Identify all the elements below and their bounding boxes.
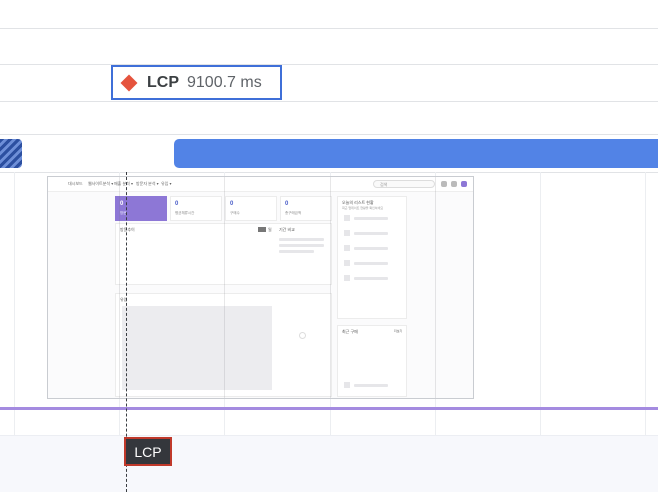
- thumb-skeleton-line: [354, 217, 388, 220]
- thumb-skeleton-square: [344, 215, 350, 221]
- thumb-grid-column: [224, 177, 225, 398]
- track-divider-1: [0, 28, 658, 29]
- lcp-metric-name: LCP: [147, 73, 179, 91]
- thumb-nav-item: 방문자 분석 ▾: [136, 181, 159, 186]
- thumb-stat-card: 0 방문: [115, 196, 167, 221]
- thumb-skeleton-square: [344, 382, 350, 388]
- thumb-skeleton-line: [354, 262, 388, 265]
- track-divider-4: [0, 134, 658, 135]
- thumb-nav-item: 유입 ▾: [161, 181, 172, 186]
- thumb-recent-panel: 최근 구매 더보기: [337, 325, 407, 397]
- thumb-skeleton-line: [354, 384, 388, 387]
- thumb-grid-column: [119, 177, 120, 398]
- thumb-skeleton-line: [354, 232, 388, 235]
- thumb-search-placeholder: 검색: [380, 182, 388, 187]
- thumb-skeleton-square: [344, 230, 350, 236]
- thumb-recent-title: 최근 구매: [342, 329, 358, 334]
- lcp-timing-marker[interactable]: LCP: [124, 437, 172, 466]
- thumb-chart-placeholder: [122, 306, 272, 390]
- thumb-nav-item: 웹사이트분석 ▾: [88, 181, 114, 186]
- thumb-toggle: [258, 227, 266, 232]
- thumb-stat-number: 0: [230, 201, 234, 207]
- main-task-bar[interactable]: [174, 139, 658, 168]
- thumb-stat-card: 0 구매수: [225, 196, 277, 221]
- thumb-avatar-icon: [461, 181, 467, 187]
- track-divider-2: [0, 64, 658, 65]
- thumb-skeleton-square: [344, 245, 350, 251]
- lcp-diamond-icon: [120, 74, 138, 91]
- thumb-stat-card: 0 평균체류시간: [170, 196, 222, 221]
- lcp-marker-label: LCP: [134, 443, 162, 460]
- thumb-stat-number: 0: [175, 201, 179, 207]
- thumb-stat-label: 구매수: [230, 211, 240, 215]
- lcp-tooltip: LCP 9100.7 ms: [111, 65, 282, 100]
- timings-track: [0, 435, 658, 492]
- hatched-task-bar[interactable]: [0, 139, 22, 168]
- thumb-search-input: 검색: [373, 180, 435, 188]
- frames-divider: [0, 407, 658, 410]
- thumb-side-panel: 오늘의 리스트 현황 최근 업데이트 현황을 확인하세요: [337, 196, 407, 319]
- thumb-stat-card: 0 총구매금액: [280, 196, 332, 221]
- thumb-user-icon: [451, 181, 457, 187]
- thumb-recent-more: 더보기: [394, 329, 403, 333]
- thumb-skeleton-line: [279, 244, 324, 247]
- lcp-metric-value: 9100.7 ms: [187, 73, 262, 91]
- thumb-panel-title: 방문추이: [120, 227, 135, 232]
- thumb-nav-item: 매출 분석 ▾: [114, 181, 133, 186]
- thumb-skeleton-line: [354, 247, 388, 250]
- thumb-grid-column: [330, 177, 331, 398]
- track-divider-5: [0, 172, 658, 173]
- thumb-skeleton-square: [344, 275, 350, 281]
- thumb-nav-bar: 대시보드 웹사이트분석 ▾ 매출 분석 ▾ 방문자 분석 ▾ 유입 ▾ 검색: [48, 177, 473, 192]
- thumb-skeleton-line: [279, 250, 314, 253]
- thumb-bell-icon: [441, 181, 447, 187]
- thumb-grid-column: [435, 177, 436, 398]
- thumb-stat-label: 평균체류시간: [175, 211, 195, 215]
- thumb-panel-sub: 기간 비교: [279, 227, 295, 232]
- thumb-loading-icon: [299, 332, 306, 339]
- thumb-stat-number: 0: [120, 201, 124, 207]
- thumb-skeleton-line: [354, 277, 388, 280]
- thumb-side-sub: 최근 업데이트 현황을 확인하세요: [342, 206, 384, 210]
- thumb-skeleton-square: [344, 260, 350, 266]
- page-screenshot-thumbnail[interactable]: 대시보드 웹사이트분석 ▾ 매출 분석 ▾ 방문자 분석 ▾ 유입 ▾ 검색 0…: [47, 176, 474, 399]
- thumb-nav-item: 대시보드: [68, 181, 83, 186]
- track-divider-3: [0, 101, 658, 102]
- thumb-skeleton-line: [279, 238, 324, 241]
- thumb-stat-label: 총구매금액: [285, 211, 302, 215]
- thumb-panel-tag: 일: [268, 227, 272, 232]
- thumb-stat-number: 0: [285, 201, 289, 207]
